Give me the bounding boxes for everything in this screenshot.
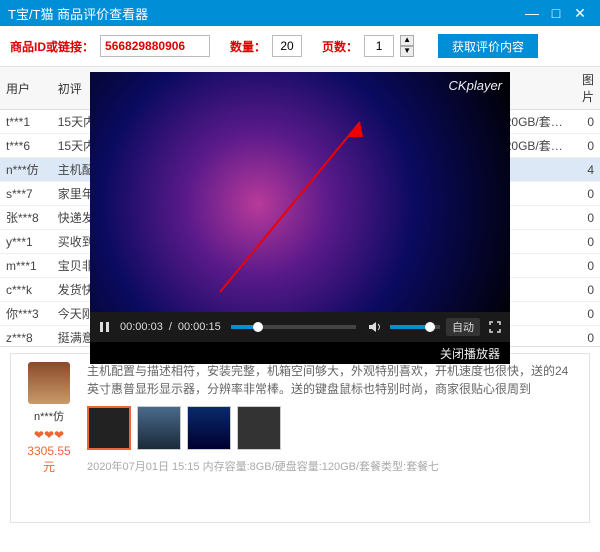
cell-user: t***1 bbox=[0, 110, 52, 134]
cell-user: y***1 bbox=[0, 230, 52, 254]
cell-pic: 0 bbox=[569, 134, 600, 158]
cell-pic: 0 bbox=[569, 302, 600, 326]
cell-user: m***1 bbox=[0, 254, 52, 278]
thumbnail-row bbox=[87, 406, 579, 450]
player-brand-label: CKplayer bbox=[449, 78, 502, 93]
cell-user: c***k bbox=[0, 278, 52, 302]
th-pic[interactable]: 图片 bbox=[569, 67, 600, 110]
progress-bar[interactable] bbox=[231, 325, 356, 329]
pause-icon bbox=[99, 321, 111, 333]
detail-price: 3305.55 元 bbox=[21, 444, 77, 475]
fullscreen-icon bbox=[489, 321, 501, 333]
thumbnail-4[interactable] bbox=[237, 406, 281, 450]
fetch-reviews-button[interactable]: 获取评价内容 bbox=[438, 34, 538, 58]
cell-pic: 0 bbox=[569, 326, 600, 348]
page-up-button[interactable]: ▲ bbox=[400, 35, 414, 46]
review-text: 主机配置与描述相符，安装完整，机箱空间够大，外观特别喜欢，开机速度也很快，送的2… bbox=[87, 362, 579, 398]
toolbar: 商品ID或链接： 数量： 页数： ▲ ▼ 获取评价内容 bbox=[0, 26, 600, 67]
volume-button[interactable] bbox=[366, 318, 384, 336]
pause-button[interactable] bbox=[96, 318, 114, 336]
user-avatar bbox=[28, 362, 70, 404]
time-total: 00:00:15 bbox=[178, 321, 221, 333]
close-player-button[interactable]: 关闭播放器 bbox=[90, 342, 510, 364]
close-button[interactable]: ✕ bbox=[568, 5, 592, 22]
page-label: 页数： bbox=[322, 38, 358, 55]
app-title: T宝/T猫 商品评价查看器 bbox=[8, 4, 148, 23]
annotation-arrow-icon bbox=[210, 102, 380, 302]
cell-user: s***7 bbox=[0, 182, 52, 206]
detail-meta: 2020年07月01日 15:15 内存容量:8GB/硬盘容量:120GB/套餐… bbox=[87, 458, 579, 474]
qty-label: 数量： bbox=[230, 38, 266, 55]
product-id-input[interactable] bbox=[100, 35, 210, 57]
cell-pic: 0 bbox=[569, 182, 600, 206]
video-player-overlay: CKplayer 00:00:03 / 00:00:15 自动 关闭播放器 bbox=[90, 72, 510, 364]
player-controls: 00:00:03 / 00:00:15 自动 bbox=[90, 312, 510, 342]
page-input[interactable] bbox=[364, 35, 394, 57]
cell-user: 你***3 bbox=[0, 302, 52, 326]
volume-icon bbox=[368, 321, 382, 333]
cell-pic: 0 bbox=[569, 230, 600, 254]
cell-user: t***6 bbox=[0, 134, 52, 158]
review-detail-panel: n***仿 ❤❤❤ 3305.55 元 主机配置与描述相符，安装完整，机箱空间够… bbox=[10, 353, 590, 523]
cell-user: 张***8 bbox=[0, 206, 52, 230]
video-canvas[interactable]: CKplayer bbox=[90, 72, 510, 312]
page-down-button[interactable]: ▼ bbox=[400, 46, 414, 57]
fullscreen-button[interactable] bbox=[486, 318, 504, 336]
hearts-icon: ❤❤❤ bbox=[21, 428, 77, 442]
id-label: 商品ID或链接： bbox=[10, 38, 94, 55]
volume-slider[interactable] bbox=[390, 325, 440, 329]
cell-user: n***仿 bbox=[0, 158, 52, 182]
detail-body: 主机配置与描述相符，安装完整，机箱空间够大，外观特别喜欢，开机速度也很快，送的2… bbox=[87, 362, 579, 514]
cell-pic: 0 bbox=[569, 110, 600, 134]
avatar-column: n***仿 ❤❤❤ 3305.55 元 bbox=[21, 362, 77, 514]
qty-input[interactable] bbox=[272, 35, 302, 57]
maximize-button[interactable]: □ bbox=[544, 5, 568, 21]
thumbnail-1[interactable] bbox=[87, 406, 131, 450]
window-titlebar: T宝/T猫 商品评价查看器 — □ ✕ bbox=[0, 0, 600, 26]
page-spinner: ▲ ▼ bbox=[400, 35, 414, 57]
thumbnail-2[interactable] bbox=[137, 406, 181, 450]
detail-username: n***仿 bbox=[21, 408, 77, 424]
th-user[interactable]: 用户 bbox=[0, 67, 52, 110]
thumbnail-3[interactable] bbox=[187, 406, 231, 450]
cell-pic: 0 bbox=[569, 278, 600, 302]
cell-pic: 0 bbox=[569, 254, 600, 278]
time-current: 00:00:03 bbox=[120, 321, 163, 333]
quality-badge[interactable]: 自动 bbox=[446, 318, 480, 336]
cell-user: z***8 bbox=[0, 326, 52, 348]
cell-pic: 4 bbox=[569, 158, 600, 182]
minimize-button[interactable]: — bbox=[520, 5, 544, 21]
cell-pic: 0 bbox=[569, 206, 600, 230]
